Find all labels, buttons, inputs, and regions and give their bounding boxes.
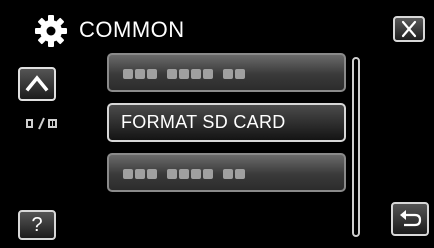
placeholder-text-icon [123,69,245,79]
scroll-up-button[interactable] [18,67,56,101]
return-arrow-icon [400,210,422,227]
placeholder-text-icon [123,169,245,179]
menu-item-1[interactable] [107,53,346,92]
gear-icon [35,15,67,47]
scrollbar[interactable] [352,57,360,237]
chevron-up-icon [25,75,49,92]
back-button[interactable] [391,202,429,236]
help-button[interactable]: ? [18,210,56,240]
menu-item-label: FORMAT SD CARD [121,112,286,132]
page-indicator-icon [26,117,57,130]
close-icon [401,20,417,38]
page-title: COMMON [79,17,185,42]
menu-item-3[interactable] [107,153,346,192]
format-sd-card-item[interactable]: FORMAT SD CARD [107,103,346,142]
close-button[interactable] [393,16,425,42]
